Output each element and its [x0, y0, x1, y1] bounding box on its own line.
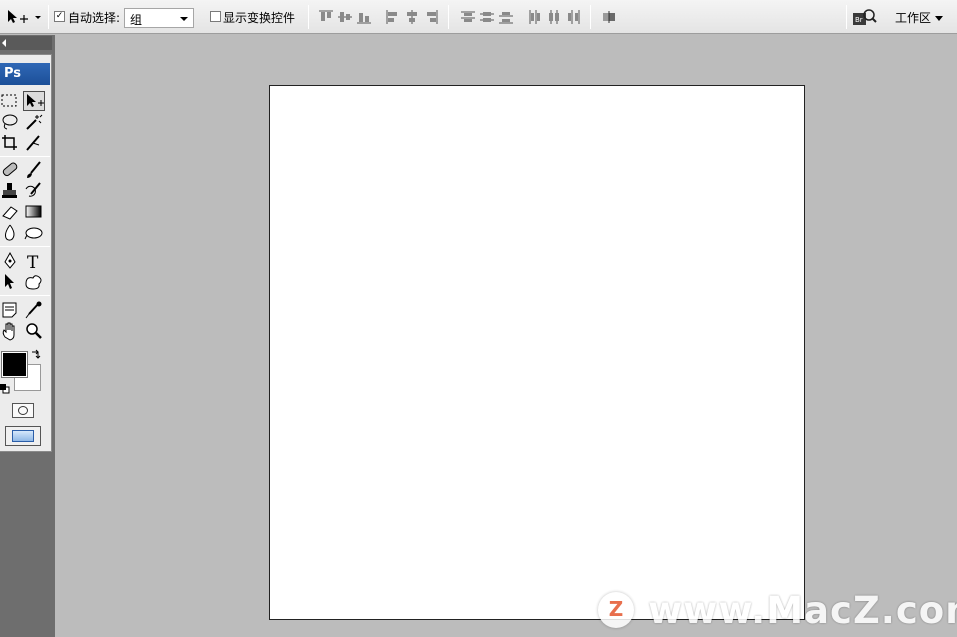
magic-wand-icon[interactable]: [23, 112, 45, 132]
move-icon[interactable]: [23, 91, 45, 111]
screen-mode-icon: [12, 430, 34, 442]
eyedropper-icon[interactable]: [23, 300, 45, 320]
toolbox-divider: [0, 246, 50, 247]
toolbox-divider: [0, 295, 50, 296]
distribute-top-icon[interactable]: [460, 9, 476, 25]
rectangular-marquee-icon[interactable]: [0, 91, 22, 111]
show-transform-controls-checkbox[interactable]: [210, 11, 221, 22]
chevron-down-icon: [180, 17, 188, 21]
crop-icon[interactable]: [0, 133, 22, 153]
auto-align-layers-icon[interactable]: [601, 9, 617, 25]
zoom-icon[interactable]: [23, 321, 45, 341]
options-bar: ✓ 自动选择: 组 显示变换控件 Br 工作区: [0, 0, 957, 34]
separator: [308, 5, 309, 29]
distribute-left-icon[interactable]: [527, 9, 543, 25]
move-tool-icon: [8, 10, 41, 23]
dodge-icon[interactable]: [23, 223, 45, 243]
quick-mask-button[interactable]: [12, 403, 34, 418]
align-vertical-centers-icon[interactable]: [337, 9, 353, 25]
swap-colors-icon[interactable]: [30, 349, 42, 361]
ps-logo: Ps: [0, 63, 50, 85]
gradient-icon[interactable]: [23, 202, 45, 222]
align-right-edges-icon[interactable]: [423, 9, 439, 25]
pen-icon[interactable]: [0, 251, 22, 271]
clone-stamp-icon[interactable]: [0, 181, 22, 201]
distribute-right-icon[interactable]: [565, 9, 581, 25]
history-brush-icon[interactable]: [23, 181, 45, 201]
auto-select-label: 自动选择:: [68, 11, 121, 25]
lasso-icon[interactable]: [0, 112, 22, 132]
separator: [846, 5, 847, 29]
align-horizontal-centers-icon[interactable]: [404, 9, 420, 25]
auto-select-target-dropdown[interactable]: 组: [124, 8, 194, 28]
hand-icon[interactable]: [0, 321, 22, 341]
align-bottom-edges-icon[interactable]: [356, 9, 372, 25]
align-left-edges-icon[interactable]: [385, 9, 401, 25]
distribute-bottom-icon[interactable]: [498, 9, 514, 25]
healing-brush-icon[interactable]: [0, 160, 22, 180]
distribute-vertical-centers-icon[interactable]: [479, 9, 495, 25]
custom-shape-icon[interactable]: [23, 272, 45, 292]
show-transform-controls-label: 显示变换控件: [223, 11, 296, 25]
separator: [590, 5, 591, 29]
blur-icon[interactable]: [0, 223, 22, 243]
collapse-panel-button[interactable]: [0, 36, 52, 50]
eraser-icon[interactable]: [0, 202, 22, 222]
separator: [448, 5, 449, 29]
brush-icon[interactable]: [23, 160, 45, 180]
svg-text:T: T: [27, 253, 39, 271]
align-top-edges-icon[interactable]: [318, 9, 334, 25]
default-colors-icon[interactable]: [0, 383, 10, 394]
screen-mode-button[interactable]: [5, 426, 41, 446]
path-selection-icon[interactable]: [0, 272, 22, 292]
document-canvas[interactable]: [269, 85, 805, 620]
toolbox: Ps T: [0, 54, 52, 452]
svg-text:Br: Br: [855, 16, 863, 24]
watermark-logo: Z: [598, 592, 634, 628]
watermark-text: www.MacZ.com: [648, 589, 957, 632]
chevron-down-icon: [935, 16, 944, 21]
auto-select-target-value: 组: [130, 13, 143, 27]
watermark-logo-letter: Z: [608, 597, 624, 621]
separator: [48, 5, 49, 29]
bridge-icon[interactable]: Br: [852, 7, 878, 27]
foreground-color-swatch[interactable]: [1, 351, 28, 378]
notes-icon[interactable]: [0, 300, 22, 320]
toolbox-divider: [0, 156, 50, 157]
distribute-horizontal-centers-icon[interactable]: [546, 9, 562, 25]
workspace-label: 工作区: [895, 11, 932, 25]
slice-icon[interactable]: [23, 133, 45, 153]
type-icon[interactable]: T: [23, 251, 45, 271]
workspace-menu[interactable]: 工作区: [895, 9, 944, 26]
tool-preset-picker[interactable]: [4, 7, 44, 27]
chevron-left-icon: [2, 39, 6, 47]
auto-select-checkbox[interactable]: ✓: [54, 11, 65, 22]
quick-mask-icon: [18, 406, 28, 415]
